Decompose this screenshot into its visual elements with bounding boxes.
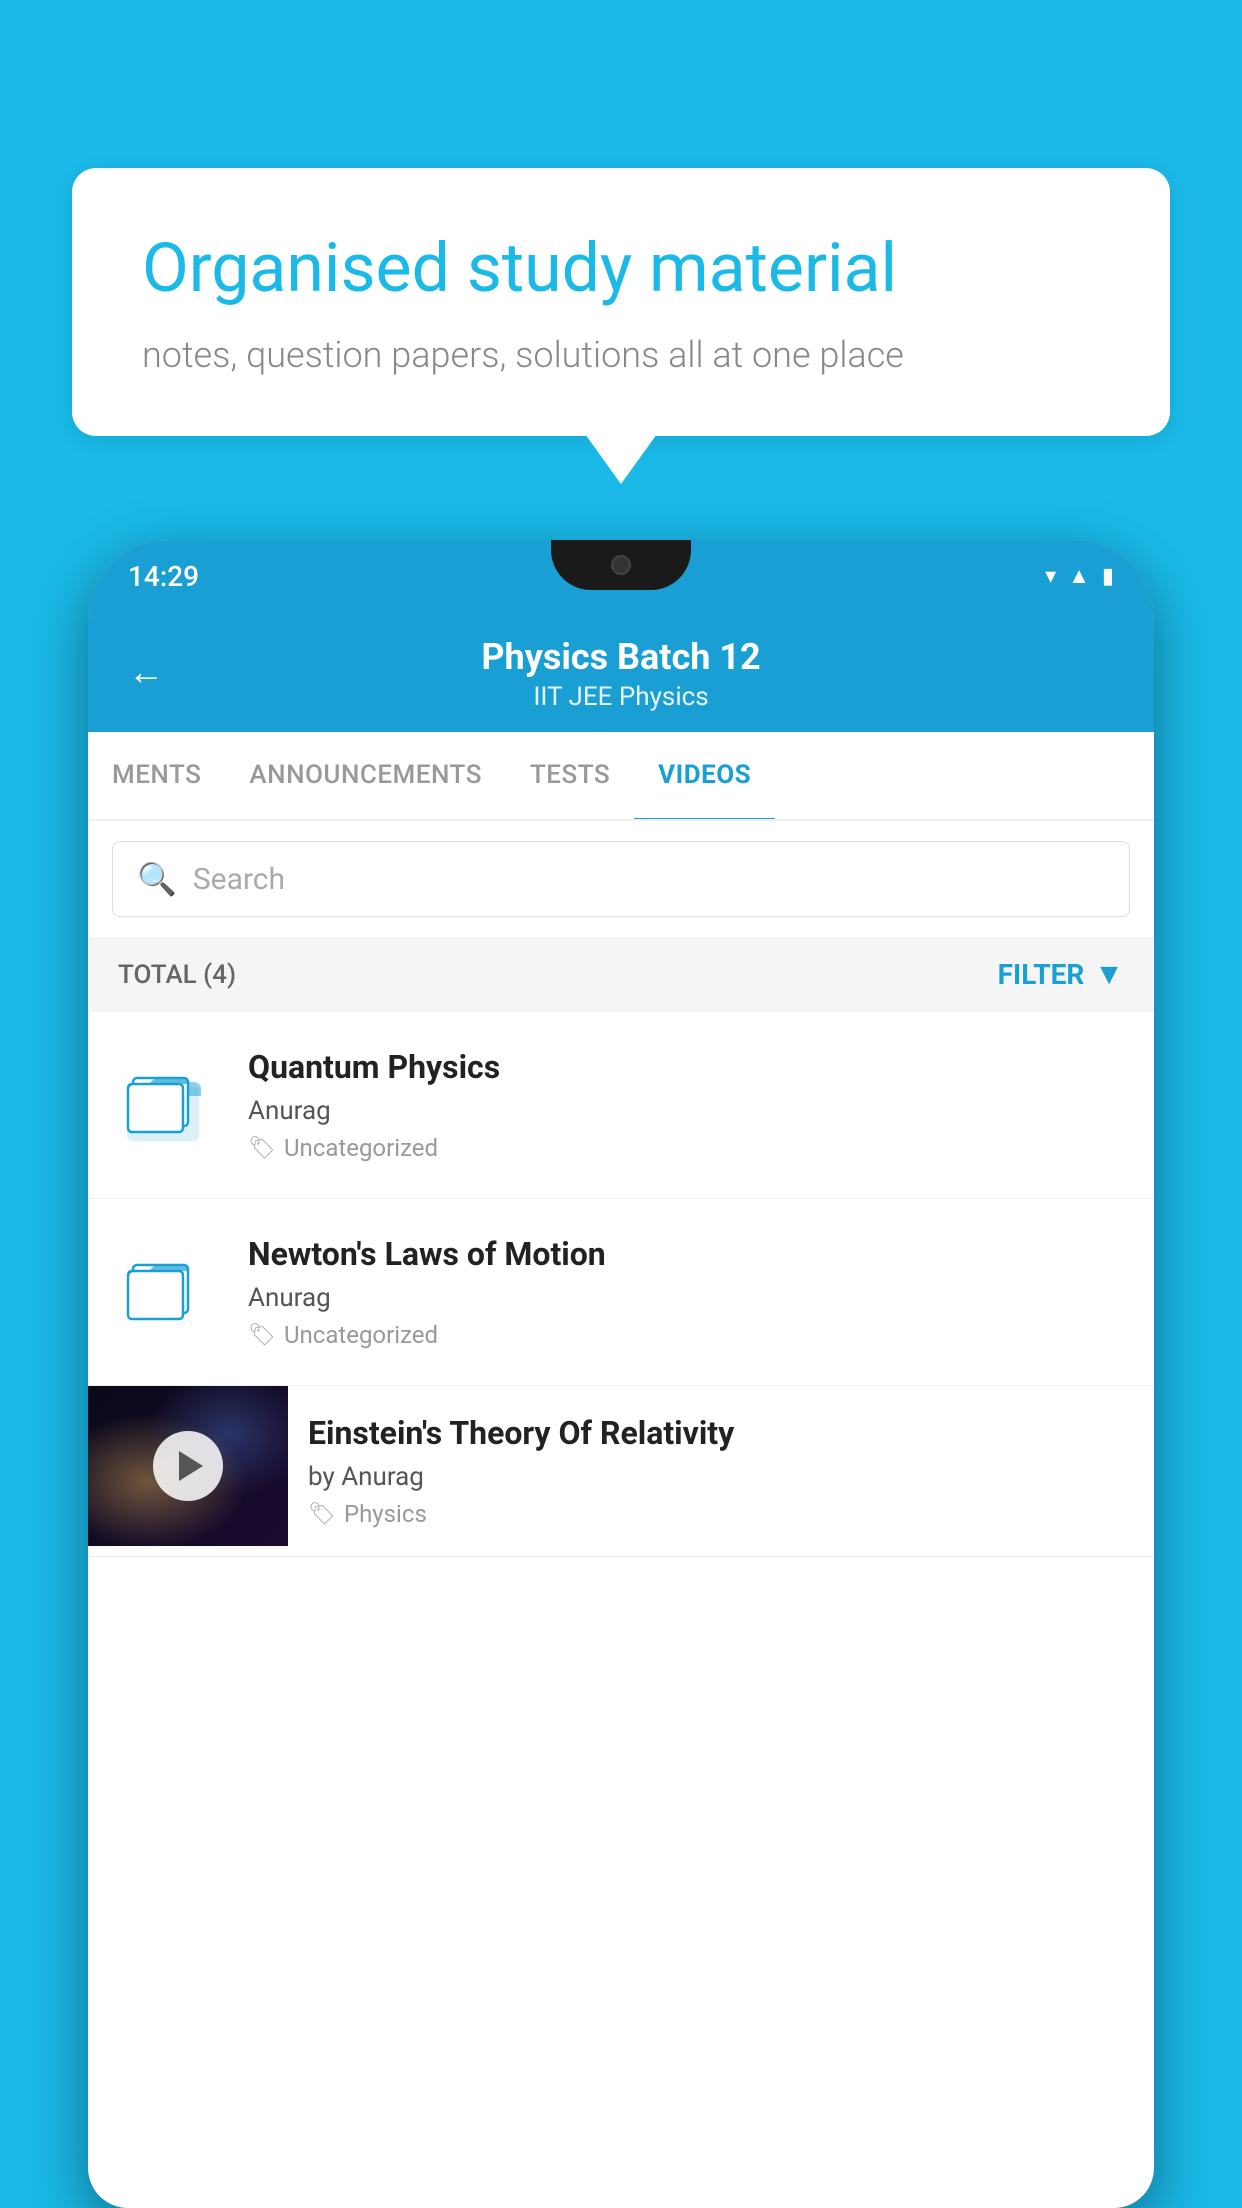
speech-bubble-container: Organised study material notes, question… [72, 168, 1170, 436]
video-tag-label-2: Uncategorized [284, 1321, 438, 1349]
wifi-icon: ▾ [1045, 564, 1056, 589]
list-item[interactable]: Newton's Laws of Motion Anurag 🏷 Uncateg… [88, 1199, 1154, 1386]
batch-title: Physics Batch 12 [128, 636, 1114, 678]
video-info-1: Quantum Physics Anurag 🏷 Uncategorized [248, 1048, 1124, 1162]
app-header: ← Physics Batch 12 IIT JEE Physics [88, 612, 1154, 732]
video-folder-icon-1 [118, 1050, 218, 1160]
phone-notch [551, 540, 691, 590]
filter-row: TOTAL (4) FILTER ▼ [88, 937, 1154, 1012]
video-tag-label-1: Uncategorized [284, 1134, 438, 1162]
tab-videos[interactable]: VIDEOS [634, 732, 775, 821]
tag-icon-3: 🏷 [308, 1502, 336, 1527]
video-author-1: Anurag [248, 1096, 1124, 1126]
list-item[interactable]: Einstein's Theory Of Relativity by Anura… [88, 1386, 1154, 1557]
status-time: 14:29 [128, 560, 199, 593]
speech-bubble: Organised study material notes, question… [72, 168, 1170, 436]
speech-bubble-subtext: notes, question papers, solutions all at… [142, 334, 1100, 376]
tab-ments[interactable]: MENTS [88, 732, 225, 821]
video-title-3: Einstein's Theory Of Relativity [308, 1414, 1134, 1452]
tabs-container: MENTS ANNOUNCEMENTS TESTS VIDEOS [88, 732, 1154, 821]
battery-icon: ▮ [1102, 564, 1114, 589]
search-icon: 🔍 [137, 860, 177, 898]
status-icons: ▾ ▲ ▮ [1045, 563, 1114, 589]
video-title-1: Quantum Physics [248, 1048, 1124, 1086]
status-bar: 14:29 ▾ ▲ ▮ [88, 540, 1154, 612]
tag-icon-1: 🏷 [248, 1136, 276, 1161]
video-info-3: Einstein's Theory Of Relativity by Anura… [288, 1386, 1154, 1556]
back-button[interactable]: ← [128, 651, 164, 693]
signal-icon: ▲ [1068, 563, 1090, 589]
tag-icon-2: 🏷 [248, 1323, 276, 1348]
video-list: Quantum Physics Anurag 🏷 Uncategorized [88, 1012, 1154, 1557]
video-author-3: by Anurag [308, 1462, 1134, 1492]
search-placeholder: Search [193, 862, 285, 897]
tab-announcements[interactable]: ANNOUNCEMENTS [225, 732, 506, 821]
video-tag-1: 🏷 Uncategorized [248, 1134, 1124, 1162]
filter-icon: ▼ [1094, 957, 1124, 992]
phone-frame: 14:29 ▾ ▲ ▮ ← Physics Batch 12 IIT JEE P… [88, 540, 1154, 2208]
search-bar-container: 🔍 Search [88, 821, 1154, 937]
video-folder-icon-2 [118, 1237, 218, 1347]
tab-tests[interactable]: TESTS [506, 732, 634, 821]
video-tag-label-3: Physics [344, 1500, 427, 1528]
speech-bubble-headline: Organised study material [142, 228, 1100, 310]
list-item[interactable]: Quantum Physics Anurag 🏷 Uncategorized [88, 1012, 1154, 1199]
video-info-2: Newton's Laws of Motion Anurag 🏷 Uncateg… [248, 1235, 1124, 1349]
phone-screen: 14:29 ▾ ▲ ▮ ← Physics Batch 12 IIT JEE P… [88, 540, 1154, 2208]
video-title-2: Newton's Laws of Motion [248, 1235, 1124, 1273]
video-tag-2: 🏷 Uncategorized [248, 1321, 1124, 1349]
play-icon [179, 1451, 203, 1481]
filter-label: FILTER [998, 958, 1085, 991]
front-camera [611, 555, 631, 575]
video-thumbnail-3 [88, 1386, 288, 1546]
batch-subtitle: IIT JEE Physics [128, 682, 1114, 712]
video-tag-3: 🏷 Physics [308, 1500, 1134, 1528]
play-button-3[interactable] [153, 1431, 223, 1501]
video-author-2: Anurag [248, 1283, 1124, 1313]
filter-button[interactable]: FILTER ▼ [998, 957, 1124, 992]
total-count: TOTAL (4) [118, 960, 236, 990]
search-bar[interactable]: 🔍 Search [112, 841, 1130, 917]
